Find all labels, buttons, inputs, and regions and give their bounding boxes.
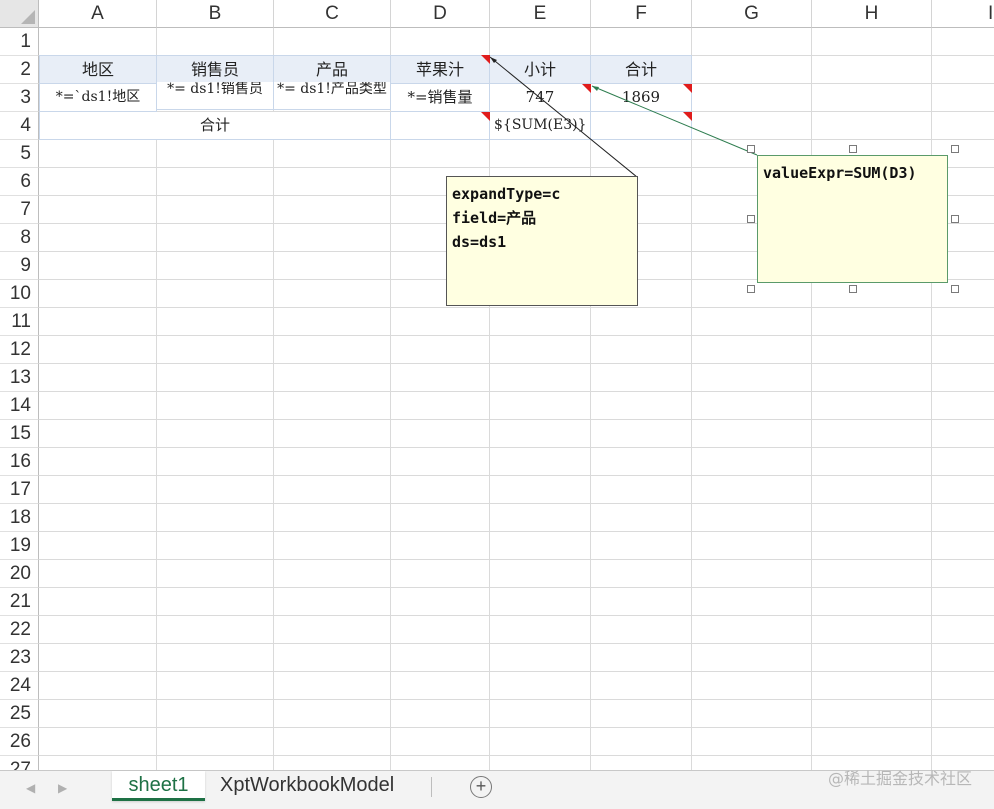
comment1-line1: expandType=c: [452, 185, 561, 203]
resize-handle-right[interactable]: [951, 215, 959, 223]
tab-xptworkbookmodel[interactable]: XptWorkbookModel: [208, 771, 406, 801]
watermark-text: @稀土掘金技术社区: [827, 769, 972, 788]
resize-handle-left[interactable]: [747, 215, 755, 223]
comment1-line3: ds=ds1: [452, 233, 507, 251]
comment2-arrowhead: [592, 86, 599, 91]
tab-separator: [431, 777, 432, 797]
resize-handle-top[interactable]: [849, 145, 857, 153]
comment-box-f3[interactable]: valueExpr=SUM(D3): [757, 155, 948, 283]
next-sheet-arrow-icon[interactable]: ▶: [58, 781, 67, 795]
comment1-line2: field=产品: [452, 209, 537, 227]
comment2-line1: valueExpr=SUM(D3): [763, 164, 917, 182]
resize-handle-bottom-left[interactable]: [747, 285, 755, 293]
resize-handle-top-left[interactable]: [747, 145, 755, 153]
sheet-tab-bar: ◀ ▶ sheet1 XptWorkbookModel + @稀土掘金技术社区: [0, 769, 994, 809]
spreadsheet-grid[interactable]: A B C D E F G H I 1 2 3 4 5 6 7 8 9 10 1…: [0, 0, 994, 770]
comment2-connector: [591, 85, 758, 156]
comment-connectors: [489, 56, 758, 178]
comment1-connector: [489, 56, 638, 178]
comment-box-d2[interactable]: expandType=c field=产品 ds=ds1: [446, 176, 638, 306]
prev-sheet-arrow-icon[interactable]: ◀: [26, 781, 35, 795]
add-sheet-button[interactable]: +: [470, 776, 492, 798]
tab-sheet1[interactable]: sheet1: [112, 771, 205, 801]
resize-handle-top-right[interactable]: [951, 145, 959, 153]
resize-handle-bottom-right[interactable]: [951, 285, 959, 293]
resize-handle-bottom[interactable]: [849, 285, 857, 293]
